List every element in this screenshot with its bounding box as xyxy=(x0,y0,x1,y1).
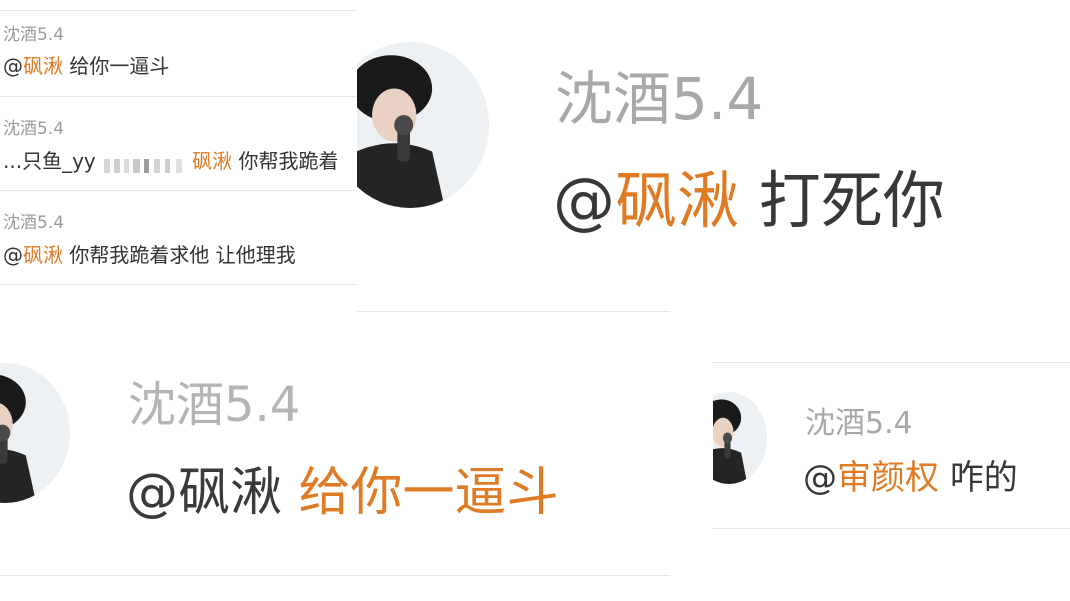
list-item[interactable]: 沈酒5.4 @砜湫 给你一逼斗 xyxy=(0,12,357,96)
mention-link[interactable]: 砜湫 xyxy=(192,149,232,173)
avatar[interactable] xyxy=(0,363,70,503)
message-body: 给你一逼斗 xyxy=(282,463,559,523)
comment-text: @砜湫 你帮我跪着求他 让他理我 xyxy=(3,239,296,268)
reply-target[interactable]: ...只鱼_yy xyxy=(3,149,96,173)
at-sign: @ xyxy=(553,164,615,237)
message-body: 咋的 xyxy=(939,458,1018,498)
comment-text: @审颜权 咋的 xyxy=(803,450,1018,499)
divider xyxy=(0,10,357,11)
list-item[interactable]: 沈酒5.4 @砜湫 你帮我跪着求他 让他理我 xyxy=(0,192,357,284)
message-body: 给你一逼斗 xyxy=(63,54,170,78)
divider xyxy=(0,96,357,97)
divider xyxy=(357,311,670,312)
comment-author[interactable]: 沈酒5.4 xyxy=(3,208,64,233)
mention-link[interactable]: 砜湫 xyxy=(615,164,739,237)
avatar[interactable] xyxy=(357,42,489,208)
comment-zoom-panel: 沈酒5.4 @审颜权 咋的 xyxy=(713,362,1070,532)
comment-author[interactable]: 沈酒5.4 xyxy=(805,398,913,442)
comment-zoom-panel: 沈酒5.4 @砜湫 打死你 xyxy=(357,0,1070,312)
comment-author[interactable]: 沈酒5.4 xyxy=(128,365,300,435)
message-body: 你帮我跪着 xyxy=(232,149,339,173)
message-body: 打死你 xyxy=(739,164,945,237)
comment-text: @砜湫 打死你 xyxy=(553,150,945,240)
divider xyxy=(0,284,357,285)
at-sign: @ xyxy=(3,54,23,78)
divider xyxy=(0,575,670,576)
comment-text: @砜湫 给你一逼斗 xyxy=(3,50,169,79)
comment-text: ...只鱼_yy 砜湫 你帮我跪着 xyxy=(3,145,338,174)
mention-link[interactable]: @砜湫 xyxy=(126,463,282,523)
divider xyxy=(713,362,1070,363)
comment-author[interactable]: 沈酒5.4 xyxy=(555,52,763,136)
mention-link[interactable]: 砜湫 xyxy=(23,54,63,78)
redaction-bar xyxy=(102,155,192,173)
comment-author[interactable]: 沈酒5.4 xyxy=(3,114,64,139)
divider xyxy=(0,190,357,191)
comment-text: @砜湫 给你一逼斗 xyxy=(126,450,559,525)
list-item[interactable]: 沈酒5.4 ...只鱼_yy 砜湫 你帮我跪着 xyxy=(0,98,357,190)
at-sign: @ xyxy=(3,243,23,267)
mention-link[interactable]: 审颜权 xyxy=(837,458,939,498)
at-sign: @ xyxy=(803,458,837,498)
comment-zoom-panel: 沈酒5.4 @砜湫 给你一逼斗 xyxy=(0,313,670,601)
mention-link[interactable]: 砜湫 xyxy=(23,243,63,267)
comment-list-panel: 沈酒5.4 @砜湫 给你一逼斗 沈酒5.4 ...只鱼_yy 砜湫 你帮我跪着 … xyxy=(0,0,357,300)
avatar[interactable] xyxy=(713,392,767,484)
message-body: 你帮我跪着求他 让他理我 xyxy=(63,243,296,267)
divider xyxy=(713,528,1070,529)
comment-author[interactable]: 沈酒5.4 xyxy=(3,20,64,45)
